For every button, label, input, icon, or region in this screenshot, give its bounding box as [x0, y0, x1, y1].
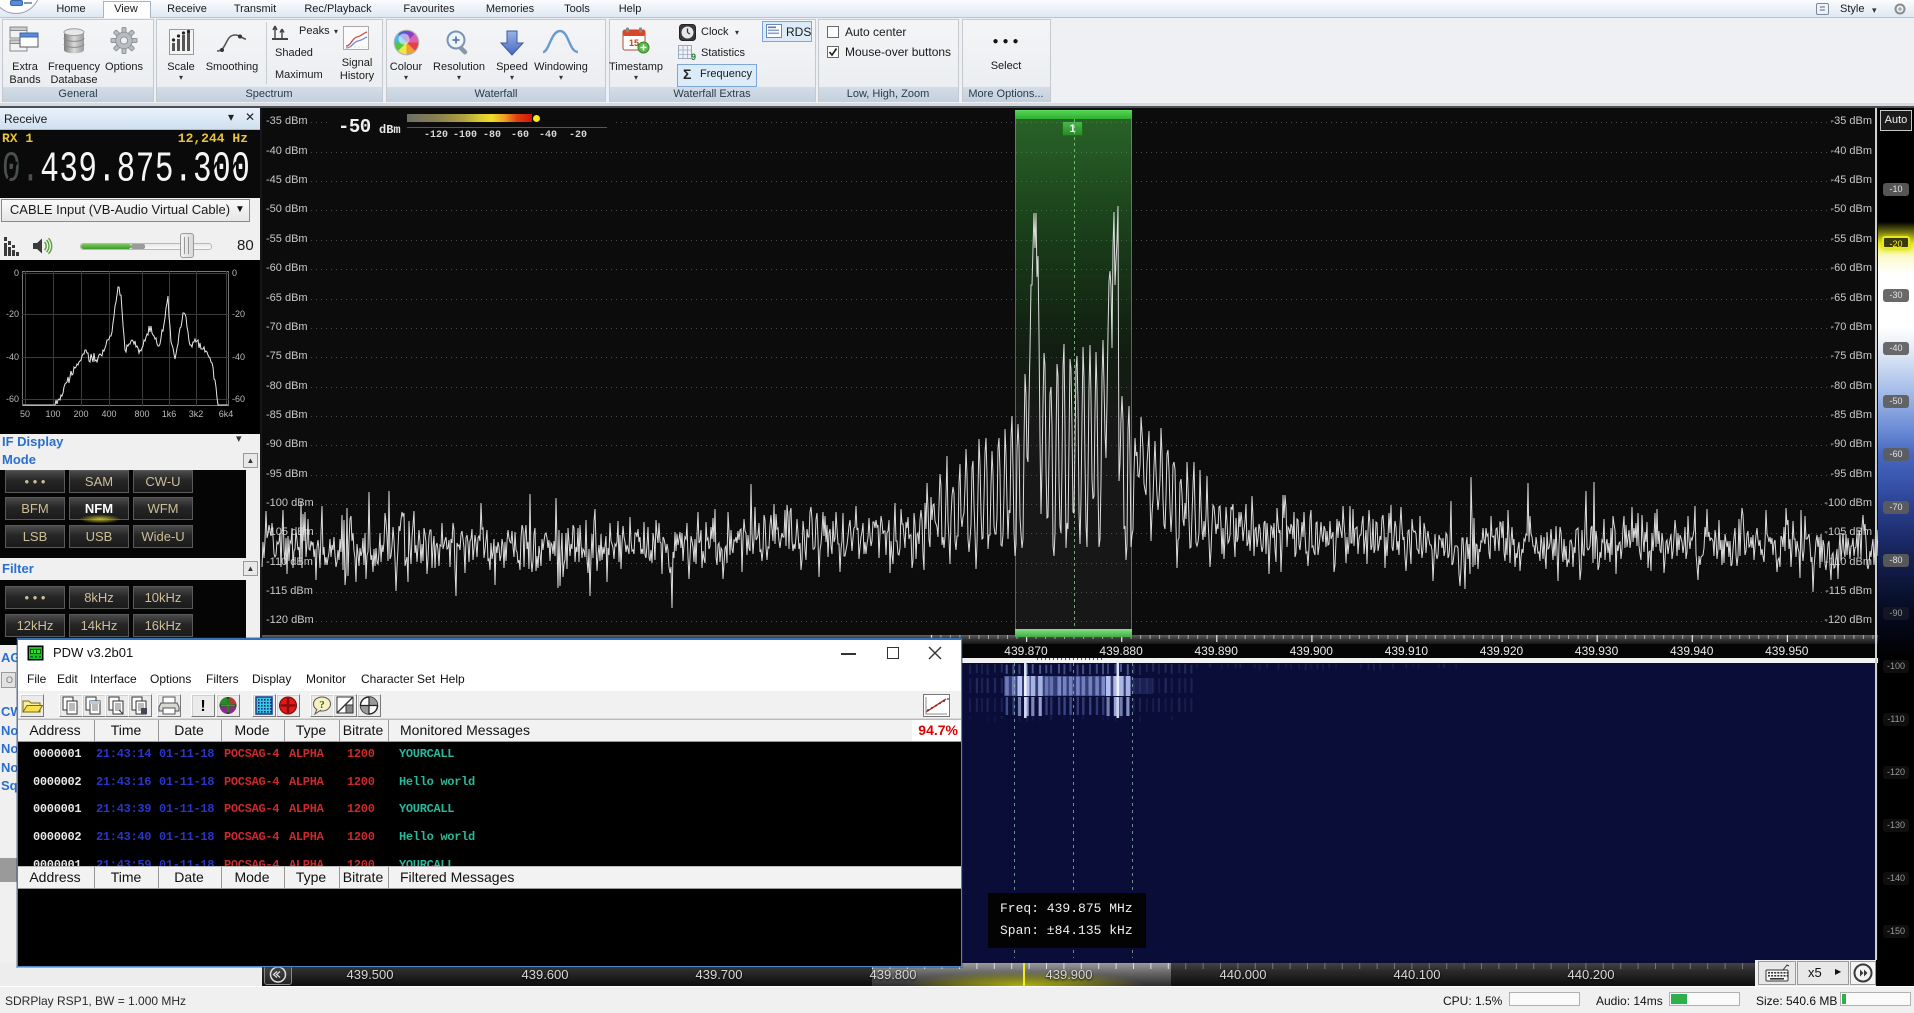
svg-text:9: 9 — [691, 52, 696, 61]
svg-text:?: ? — [319, 699, 325, 711]
svg-text:!: ! — [200, 698, 205, 715]
svg-text:15: 15 — [629, 38, 639, 48]
